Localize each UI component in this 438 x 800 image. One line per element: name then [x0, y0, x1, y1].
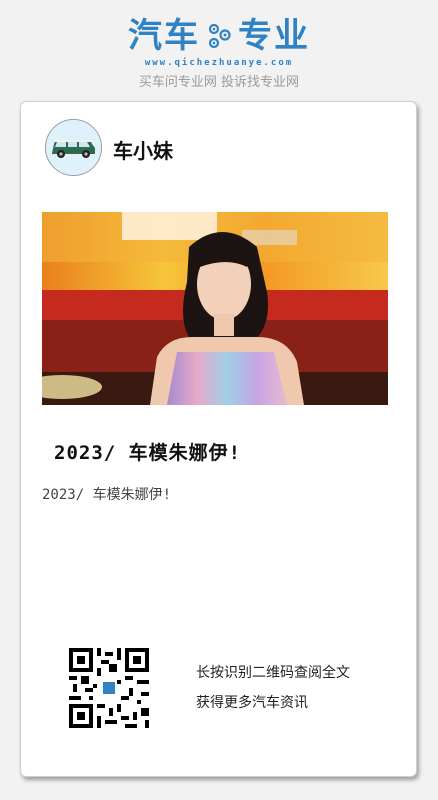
- author-name[interactable]: 车小妹: [113, 135, 173, 164]
- qr-code-icon[interactable]: [69, 648, 149, 728]
- qr-instruction: 长按识别二维码查阅全文: [196, 665, 350, 681]
- logo-text-left: 汽车: [128, 16, 200, 56]
- article-image[interactable]: [42, 212, 388, 405]
- article-photo: [42, 212, 388, 405]
- gear-icon: [208, 23, 231, 49]
- qr-subtext: 获得更多汽车资讯: [196, 695, 308, 711]
- article-card: 车小妹 2023/ 车模朱娜伊! 2023/ 车模朱娜伊! 长按识别二维码查阅全…: [20, 101, 417, 777]
- site-logo[interactable]: 汽车 专业: [0, 16, 438, 56]
- site-header: 汽车 专业 www.qichezhuanye.com 买车问专业网 投诉找专业网: [0, 0, 438, 100]
- site-url: www.qichezhuanye.com: [144, 58, 294, 68]
- article-description: 2023/ 车模朱娜伊!: [42, 487, 172, 503]
- site-slogan: 买车问专业网 投诉找专业网: [138, 75, 300, 90]
- logo-text-right: 专业: [238, 16, 310, 56]
- car-icon: [46, 120, 101, 175]
- avatar[interactable]: [45, 119, 102, 176]
- article-title[interactable]: 2023/ 车模朱娜伊!: [54, 438, 241, 465]
